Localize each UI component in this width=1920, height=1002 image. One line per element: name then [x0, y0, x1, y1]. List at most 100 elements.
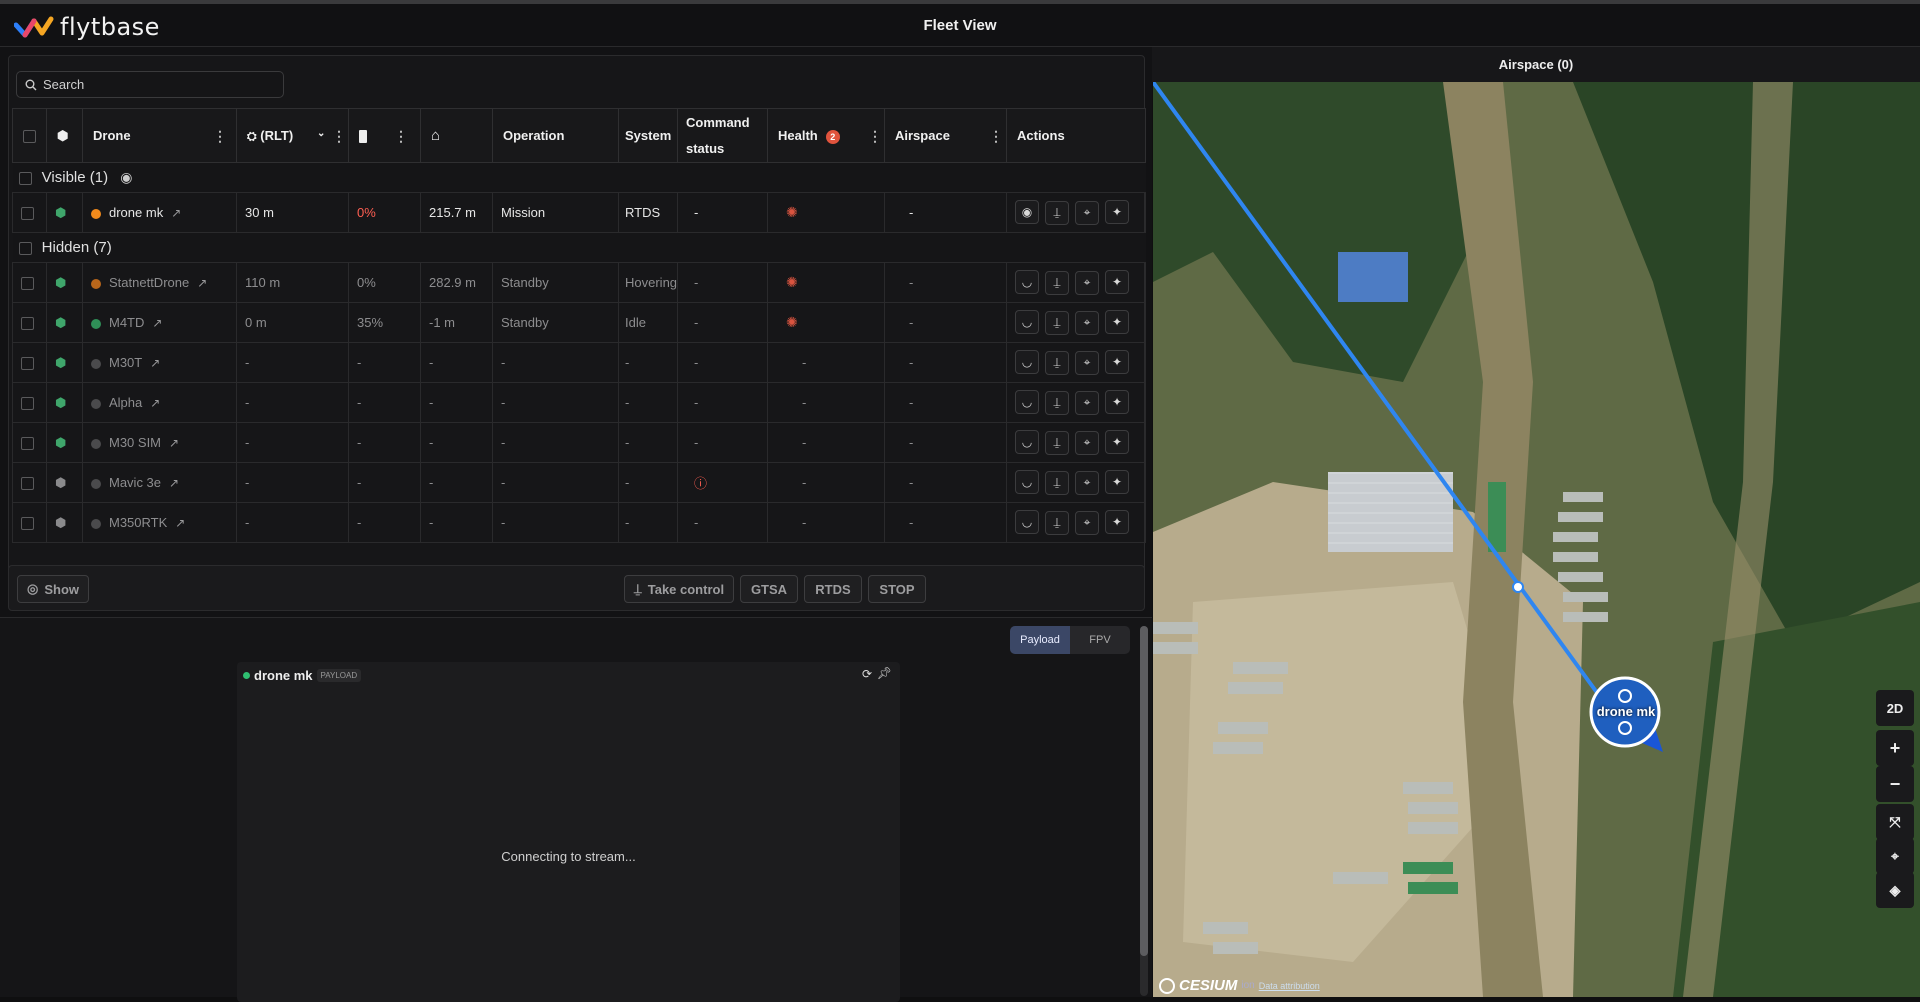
group-checkbox[interactable] — [18, 241, 32, 255]
airspace-col-header[interactable]: Airspace ⋮ — [884, 108, 1007, 163]
drone-cell[interactable]: drone mk ↗ — [82, 192, 237, 233]
battery-col-header[interactable]: ⋮ — [348, 108, 421, 163]
hidden-group-row[interactable]: Hidden (7) — [12, 232, 1146, 263]
health-alert-icon[interactable]: ✺ — [786, 314, 798, 330]
take-control-action[interactable]: ⍊ — [1045, 510, 1069, 535]
locate-action[interactable]: ⌖ — [1075, 430, 1099, 455]
drone-cell[interactable]: M30T ↗ — [82, 342, 237, 383]
locate-action[interactable]: ⌖ — [1075, 200, 1099, 225]
drone-cell[interactable]: M4TD ↗ — [82, 302, 237, 343]
pin-icon[interactable]: 📌︎ — [877, 666, 892, 680]
take-control-action[interactable]: ⍊ — [1045, 270, 1069, 295]
kebab-menu-icon[interactable]: ⋮ — [394, 128, 408, 145]
kebab-menu-icon[interactable]: ⋮ — [332, 128, 346, 145]
external-link-icon[interactable]: ↗ — [175, 516, 185, 530]
drone-name[interactable]: Mavic 3e — [109, 475, 161, 490]
search-box[interactable] — [16, 71, 284, 98]
drone-cell[interactable]: M350RTK ↗ — [82, 502, 237, 543]
hide-drone-button[interactable]: ◉ — [1015, 200, 1039, 225]
take-control-action[interactable]: ⍊ — [1045, 310, 1069, 335]
take-control-action[interactable]: ⍊ — [1045, 470, 1069, 495]
row-checkbox[interactable] — [21, 317, 34, 331]
kebab-menu-icon[interactable]: ⋮ — [213, 128, 227, 145]
take-control-action[interactable]: ⍊ — [1045, 350, 1069, 375]
drone-name[interactable]: M350RTK — [109, 515, 167, 530]
tab-fpv[interactable]: FPV — [1070, 626, 1130, 654]
chevron-down-icon[interactable]: ⌄ — [317, 128, 325, 139]
type-col-header[interactable]: ⬢ — [46, 108, 83, 163]
satellite-map[interactable]: drone mk 2D + − ⤧ ⌖ ◈ CESIUM ion Data at… — [1153, 82, 1920, 997]
home-col-header[interactable]: ⌂ — [420, 108, 493, 163]
drone-col-header[interactable]: Drone ⋮ — [82, 108, 237, 163]
pin-action[interactable]: ✦ — [1105, 390, 1129, 415]
pin-action[interactable]: ✦ — [1105, 510, 1129, 535]
pin-action[interactable]: ✦ — [1105, 200, 1129, 225]
external-link-icon[interactable]: ↗ — [171, 206, 181, 220]
scrollbar-thumb[interactable] — [1140, 626, 1148, 956]
table-row[interactable]: ⬢ drone mk ↗ 30 m 0% 215.7 m Mission RTDS - ✺ - ◉ ⍊ ⌖… — [12, 192, 1146, 233]
locate-action[interactable]: ⌖ — [1075, 350, 1099, 375]
rtds-button[interactable]: RTDS — [804, 575, 862, 603]
kebab-menu-icon[interactable]: ⋮ — [868, 128, 882, 145]
external-link-icon[interactable]: ↗ — [152, 316, 162, 330]
search-input[interactable] — [43, 77, 273, 92]
show-drone-button[interactable]: ◡ — [1015, 430, 1039, 455]
health-alert-icon[interactable]: ✺ — [786, 204, 798, 220]
pin-action[interactable]: ✦ — [1105, 470, 1129, 495]
external-link-icon[interactable]: ↗ — [169, 476, 179, 490]
pin-action[interactable]: ✦ — [1105, 430, 1129, 455]
altitude-col-header[interactable]: ⛭ (RLT) ⌄ ⋮ — [236, 108, 349, 163]
table-row[interactable]: ⬢ M30T ↗ - - - - - - - - ◡ ⍊ ⌖ ✦ — [12, 342, 1146, 383]
show-button[interactable]: ◎ Show — [17, 575, 89, 603]
row-checkbox[interactable] — [21, 357, 34, 371]
external-link-icon[interactable]: ↗ — [197, 276, 207, 290]
locate-action[interactable]: ⌖ — [1075, 470, 1099, 495]
zoom-in-button[interactable]: + — [1876, 730, 1914, 766]
drone-name[interactable]: M30T — [109, 355, 142, 370]
show-drone-button[interactable]: ◡ — [1015, 270, 1039, 295]
visible-group-row[interactable]: Visible (1) ◉ — [12, 162, 1146, 193]
show-drone-button[interactable]: ◡ — [1015, 510, 1039, 535]
locate-action[interactable]: ⌖ — [1075, 270, 1099, 295]
drone-cell[interactable]: StatnettDrone ↗ — [82, 262, 237, 303]
drone-map-label[interactable]: drone mk — [1595, 704, 1657, 719]
row-checkbox[interactable] — [21, 477, 34, 491]
locate-action[interactable]: ⌖ — [1075, 510, 1099, 535]
external-link-icon[interactable]: ↗ — [169, 436, 179, 450]
show-drone-button[interactable]: ◡ — [1015, 390, 1039, 415]
drone-name[interactable]: Alpha — [109, 395, 142, 410]
target-icon[interactable]: ◉ — [120, 169, 132, 185]
health-alert-icon[interactable]: ✺ — [786, 274, 798, 290]
locate-action[interactable]: ⌖ — [1075, 310, 1099, 335]
external-link-icon[interactable]: ↗ — [150, 356, 160, 370]
locate-action[interactable]: ⌖ — [1075, 390, 1099, 415]
table-row[interactable]: ⬢ Alpha ↗ - - - - - - - - ◡ ⍊ ⌖ ✦ — [12, 382, 1146, 423]
data-attribution-link[interactable]: Data attribution — [1259, 981, 1320, 991]
row-checkbox[interactable] — [21, 277, 34, 291]
show-drone-button[interactable]: ◡ — [1015, 350, 1039, 375]
tab-payload[interactable]: Payload — [1010, 626, 1070, 654]
fit-view-button[interactable]: ⤧ — [1876, 804, 1914, 840]
drone-name[interactable]: M4TD — [109, 315, 144, 330]
drone-name[interactable]: M30 SIM — [109, 435, 161, 450]
drone-name[interactable]: drone mk — [109, 205, 163, 220]
drone-cell[interactable]: Mavic 3e ↗ — [82, 462, 237, 503]
pin-action[interactable]: ✦ — [1105, 350, 1129, 375]
take-control-button[interactable]: ⍊ Take control — [624, 575, 734, 603]
row-checkbox[interactable] — [21, 207, 34, 221]
health-col-header[interactable]: Health 2 ⋮ — [767, 108, 885, 163]
show-drone-button[interactable]: ◡ — [1015, 470, 1039, 495]
row-checkbox[interactable] — [21, 437, 34, 451]
group-checkbox[interactable] — [18, 171, 32, 185]
view-mode-button[interactable]: 2D — [1876, 690, 1914, 726]
row-checkbox[interactable] — [21, 397, 34, 411]
external-link-icon[interactable]: ↗ — [150, 396, 160, 410]
drone-cell[interactable]: Alpha ↗ — [82, 382, 237, 423]
row-checkbox[interactable] — [21, 517, 34, 531]
drone-name[interactable]: StatnettDrone — [109, 275, 189, 290]
take-control-action[interactable]: ⍊ — [1045, 430, 1069, 455]
zoom-out-button[interactable]: − — [1876, 766, 1914, 802]
table-row[interactable]: ⬢ M350RTK ↗ - - - - - - - - ◡ ⍊ ⌖ ✦ — [12, 502, 1146, 543]
pin-action[interactable]: ✦ — [1105, 310, 1129, 335]
locate-button[interactable]: ⌖ — [1876, 838, 1914, 874]
